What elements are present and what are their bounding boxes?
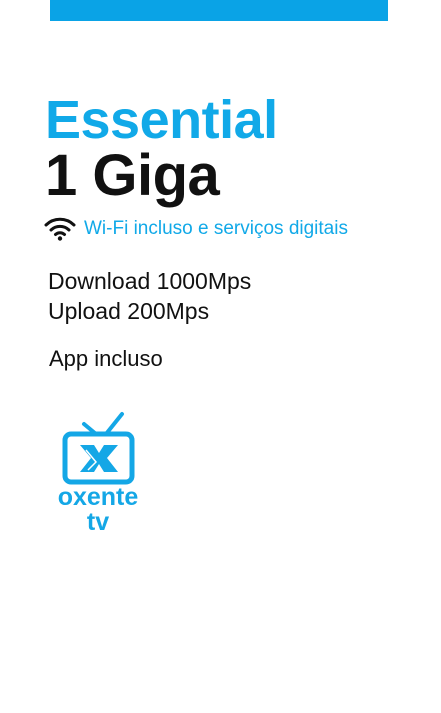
tv-icon: oxente tv	[58, 412, 139, 536]
logo-brand-line1: oxente	[58, 483, 139, 511]
upload-speed: Upload 200Mps	[48, 298, 210, 324]
download-speed: Download 1000Mps	[48, 268, 252, 294]
feature-text: Wi-Fi incluso e serviços digitais	[84, 218, 348, 239]
plan-speed: 1 Giga	[45, 143, 220, 208]
logo-brand-line2: tv	[87, 508, 109, 535]
top-accent-bar	[50, 0, 388, 21]
feature-row: Wi-Fi incluso e serviços digitais	[44, 215, 348, 243]
plan-card: Essential 1 Giga Wi-Fi incluso e serviço…	[0, 0, 441, 713]
speed-details: Download 1000Mps Upload 200Mps	[48, 266, 251, 326]
app-included-label: App incluso	[49, 346, 163, 371]
wifi-icon	[44, 217, 76, 241]
oxente-tv-logo: oxente tv	[50, 410, 150, 536]
